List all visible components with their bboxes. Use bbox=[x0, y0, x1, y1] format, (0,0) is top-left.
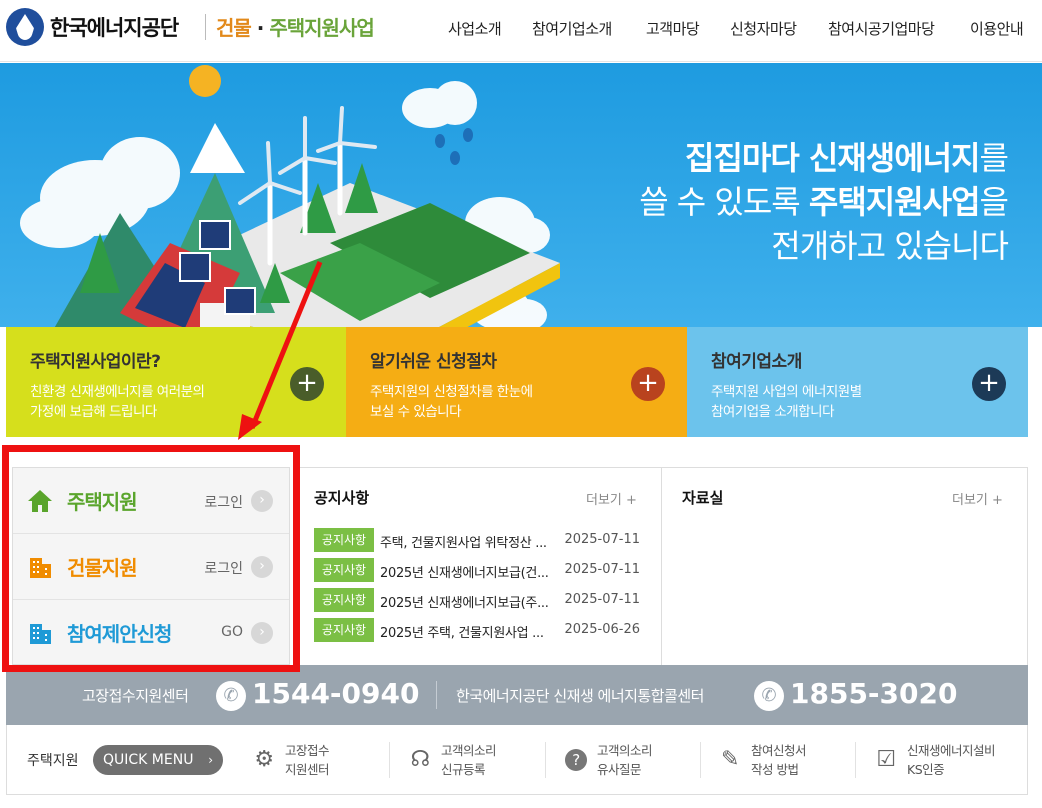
card-desc-1: 주택지원 사업의 에너지원별 bbox=[711, 384, 862, 400]
phone-icon: ✆ bbox=[754, 681, 784, 711]
hero-line-1-rest: 를 bbox=[979, 139, 1009, 177]
nav-contractor[interactable]: 참여시공기업마당 bbox=[828, 18, 935, 39]
card-title: 주택지원사업이란? bbox=[30, 352, 161, 372]
quick-item-line2: 신규등록 bbox=[441, 762, 486, 777]
logo-text[interactable]: 한국에너지공단 bbox=[50, 12, 179, 42]
quick-item-line1: 고객의소리 bbox=[597, 743, 653, 758]
call-center-bar: 고장접수지원센터 ✆ 1544-0940 한국에너지공단 신재생 에너지통합콜센… bbox=[6, 665, 1028, 725]
notice-item[interactable]: 공지사항 주택, 건물지원사업 위탁정산 ... 2025-07-11 bbox=[314, 528, 646, 552]
repair-center-label: 고장접수지원센터 bbox=[82, 687, 189, 705]
nav-business-intro[interactable]: 사업소개 bbox=[448, 18, 502, 39]
card-desc-2: 참여기업을 소개합니다 bbox=[711, 404, 835, 420]
card-desc-1: 친환경 신재생에너지를 여러분의 bbox=[30, 384, 205, 400]
nav-partner-companies[interactable]: 참여기업소개 bbox=[532, 18, 612, 39]
kea-logo-icon[interactable] bbox=[6, 8, 44, 46]
notice-item-date: 2025-07-11 bbox=[564, 532, 640, 547]
notice-tag: 공지사항 bbox=[314, 588, 374, 612]
hero-line-2-rest: 을 bbox=[979, 183, 1009, 221]
divider bbox=[855, 742, 856, 778]
quick-menu-button-label: QUICK MENU bbox=[103, 752, 194, 768]
resources-title: 자료실 bbox=[682, 489, 724, 507]
card-desc-1: 주택지원의 신청절차를 한눈에 bbox=[370, 384, 533, 400]
card-desc-2: 보실 수 있습니다 bbox=[370, 404, 462, 420]
plus-icon[interactable]: + bbox=[631, 367, 665, 401]
notice-item-title[interactable]: 주택, 건물지원사업 위탁정산 ... bbox=[380, 532, 562, 551]
quick-item-line2: 지원센터 bbox=[285, 762, 330, 777]
card-title: 참여기업소개 bbox=[711, 352, 802, 372]
resources-more-link[interactable]: 더보기 + bbox=[952, 489, 1003, 508]
plus-icon[interactable]: + bbox=[972, 367, 1006, 401]
integrated-callcenter-number[interactable]: 1855-3020 bbox=[790, 677, 957, 710]
notice-item[interactable]: 공지사항 2025년 신재생에너지보급(건... 2025-07-11 bbox=[314, 558, 646, 582]
notice-more-link[interactable]: 더보기 + bbox=[586, 489, 637, 508]
clipboard-check-icon: ☑ bbox=[876, 747, 896, 772]
notice-item-title[interactable]: 2025년 신재생에너지보급(주... bbox=[380, 592, 562, 611]
repair-center-number[interactable]: 1544-0940 bbox=[252, 677, 419, 710]
nav-guide[interactable]: 이용안내 bbox=[970, 18, 1024, 39]
notice-item-date: 2025-07-11 bbox=[564, 562, 640, 577]
quick-item-line1: 고장접수 bbox=[285, 743, 330, 758]
site-title-dot: · bbox=[256, 16, 265, 40]
card-title: 알기쉬운 신청절차 bbox=[370, 352, 497, 372]
notice-item-date: 2025-07-11 bbox=[564, 592, 640, 607]
callbar-divider bbox=[436, 681, 437, 709]
notice-title: 공지사항 bbox=[314, 489, 370, 507]
quick-item-line1: 신재생에너지설비 bbox=[907, 743, 996, 758]
hero-illustration bbox=[20, 65, 560, 327]
nav-applicant[interactable]: 신청자마당 bbox=[730, 18, 797, 39]
site-header: 한국에너지공단 건물 · 주택지원사업 사업소개 참여기업소개 고객마당 신청자… bbox=[0, 0, 1042, 62]
divider bbox=[389, 742, 390, 778]
quick-menu-bar: 주택지원 QUICK MENU › ⚙ 고장접수 지원센터 ☊ 고객의소리 신규등록 … bbox=[6, 725, 1028, 795]
divider bbox=[700, 742, 701, 778]
question-icon: ? bbox=[565, 749, 587, 771]
quick-menu-label: 주택지원 bbox=[27, 753, 79, 769]
quick-item-line1: 고객의소리 bbox=[441, 743, 497, 758]
notice-tag: 공지사항 bbox=[314, 528, 374, 552]
site-title-a: 건물 bbox=[216, 16, 252, 40]
card-application-procedure[interactable]: 알기쉬운 신청절차 주택지원의 신청절차를 한눈에 보실 수 있습니다 + bbox=[346, 327, 687, 437]
hero-line-1: 집집마다 신재생에너지를 bbox=[685, 133, 1009, 179]
quick-item-line2: KS인증 bbox=[907, 762, 945, 777]
hero-banner: 집집마다 신재생에너지를 쓸 수 있도록 주택지원사업을 전개하고 있습니다 bbox=[0, 63, 1042, 327]
plus-icon[interactable]: + bbox=[290, 367, 324, 401]
notice-tag: 공지사항 bbox=[314, 618, 374, 642]
notice-item-date: 2025-06-26 bbox=[564, 622, 640, 637]
hero-line-3: 전개하고 있습니다 bbox=[771, 227, 1009, 265]
card-partner-companies[interactable]: 참여기업소개 주택지원 사업의 에너지원별 참여기업을 소개합니다 + bbox=[687, 327, 1028, 437]
notice-item-title[interactable]: 2025년 주택, 건물지원사업 ... bbox=[380, 622, 562, 641]
site-title-b: 주택지원사업 bbox=[269, 16, 374, 40]
quick-item-line2: 작성 방법 bbox=[751, 762, 799, 777]
quick-menu-button[interactable]: QUICK MENU › bbox=[93, 745, 223, 775]
edit-list-icon: ✎ bbox=[721, 747, 739, 772]
divider bbox=[545, 742, 546, 778]
hero-line-1-bold: 집집마다 신재생에너지 bbox=[685, 139, 981, 177]
integrated-callcenter-label: 한국에너지공단 신재생 에너지통합콜센터 bbox=[456, 687, 704, 705]
quick-item-line2: 유사질문 bbox=[597, 762, 642, 777]
phone-icon: ✆ bbox=[216, 681, 246, 711]
notice-item[interactable]: 공지사항 2025년 신재생에너지보급(주... 2025-07-11 bbox=[314, 588, 646, 612]
card-desc-2: 가정에 보급해 드립니다 bbox=[30, 404, 157, 420]
site-title[interactable]: 건물 · 주택지원사업 bbox=[216, 12, 375, 41]
gear-icon: ⚙ bbox=[254, 747, 274, 772]
notice-item[interactable]: 공지사항 2025년 주택, 건물지원사업 ... 2025-06-26 bbox=[314, 618, 646, 642]
chevron-right-icon: › bbox=[208, 753, 213, 767]
logo-divider bbox=[205, 14, 206, 40]
notice-tag: 공지사항 bbox=[314, 558, 374, 582]
hero-line-2-bold: 주택지원사업 bbox=[808, 183, 981, 221]
card-housing-support[interactable]: 주택지원사업이란? 친환경 신재생에너지를 여러분의 가정에 보급해 드립니다 … bbox=[6, 327, 346, 437]
nav-customer[interactable]: 고객마당 bbox=[646, 18, 700, 39]
hero-line-2: 쓸 수 있도록 주택지원사업을 bbox=[639, 177, 1009, 223]
headset-icon: ☊ bbox=[410, 747, 430, 772]
notice-item-title[interactable]: 2025년 신재생에너지보급(건... bbox=[380, 562, 562, 581]
annotation-highlight-box bbox=[2, 445, 300, 672]
quick-item-line1: 참여신청서 bbox=[751, 743, 807, 758]
hero-line-2-pre: 쓸 수 있도록 bbox=[639, 183, 809, 221]
